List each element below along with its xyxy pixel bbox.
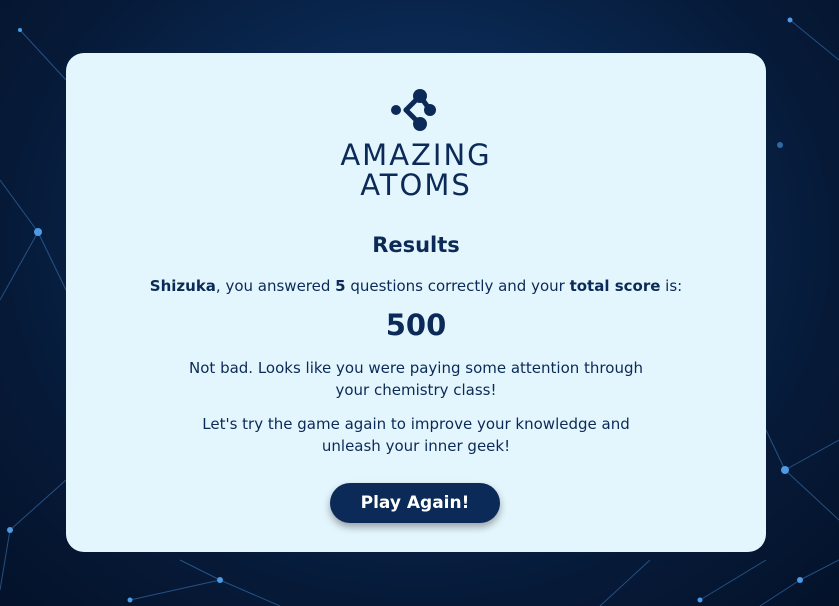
feedback-line-1: Not bad. Looks like you were paying some… — [189, 359, 643, 377]
correct-count: 5 — [335, 277, 346, 295]
feedback-message: Not bad. Looks like you were paying some… — [66, 357, 766, 401]
brand-name: AMAZING ATOMS — [66, 140, 766, 200]
feedback-line-2: your chemistry class! — [335, 381, 497, 399]
total-score-value: 500 — [385, 308, 447, 342]
summary-text-2: questions correctly and your — [345, 277, 570, 295]
summary-text-3: is: — [660, 277, 683, 295]
player-name: Shizuka — [149, 277, 216, 295]
brand-name-line1: AMAZING — [340, 138, 492, 172]
brand-logo: AMAZING ATOMS — [66, 84, 766, 204]
total-score-label: total score — [569, 277, 661, 295]
encourage-message: Let's try the game again to improve your… — [66, 413, 766, 457]
encourage-line-2: unleash your inner geek! — [321, 437, 511, 455]
atom-molecule-icon — [391, 89, 436, 131]
brand-name-line2: ATOMS — [360, 168, 472, 202]
encourage-line-1: Let's try the game again to improve your… — [202, 415, 630, 433]
results-summary: Shizuka, you answered 5 questions correc… — [66, 277, 766, 295]
summary-text-1: , you answered — [215, 277, 336, 295]
play-again-button[interactable]: Play Again! — [330, 483, 500, 523]
results-card: AMAZING ATOMS Results Shizuka, you answe… — [66, 53, 766, 552]
results-title: Results — [372, 233, 460, 257]
